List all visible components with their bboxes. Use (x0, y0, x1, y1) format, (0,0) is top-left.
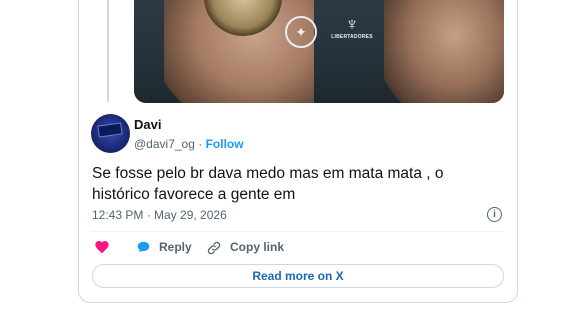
avatar[interactable] (91, 114, 130, 153)
flag-graphic (97, 122, 123, 138)
link-icon[interactable] (206, 240, 222, 256)
copy-link-button[interactable]: Copy link (230, 240, 284, 254)
follow-button[interactable]: Follow (206, 137, 244, 151)
author-handle[interactable]: @davi7_og (134, 137, 195, 151)
trophy-icon: ♆ (345, 14, 359, 34)
info-icon[interactable]: i (487, 207, 502, 222)
libertadores-logo: ♆ LIBERTADORES (322, 14, 382, 54)
read-more-button[interactable]: Read more on X (92, 264, 504, 288)
divider (92, 231, 504, 232)
author-handle-row: @davi7_og · Follow (134, 137, 244, 151)
reply-button[interactable]: Reply (159, 240, 192, 254)
hand-right-graphic (384, 0, 504, 103)
tweet-media-image[interactable]: ✦ ♆ LIBERTADORES (134, 0, 504, 103)
thread-connector-line (107, 0, 109, 102)
author-name[interactable]: Davi (134, 117, 161, 132)
star-icon: ✦ (295, 23, 307, 40)
tweet-timestamp[interactable]: 12:43 PM · May 29, 2026 (92, 208, 227, 222)
separator-dot: · (198, 137, 203, 151)
tweet-text: Se fosse pelo br dava medo mas em mata m… (92, 165, 444, 203)
libertadores-logo-text: LIBERTADORES (331, 34, 373, 40)
heart-icon[interactable] (94, 239, 110, 255)
speech-bubble-icon[interactable] (136, 240, 151, 254)
club-crest-logo: ✦ (285, 16, 317, 48)
